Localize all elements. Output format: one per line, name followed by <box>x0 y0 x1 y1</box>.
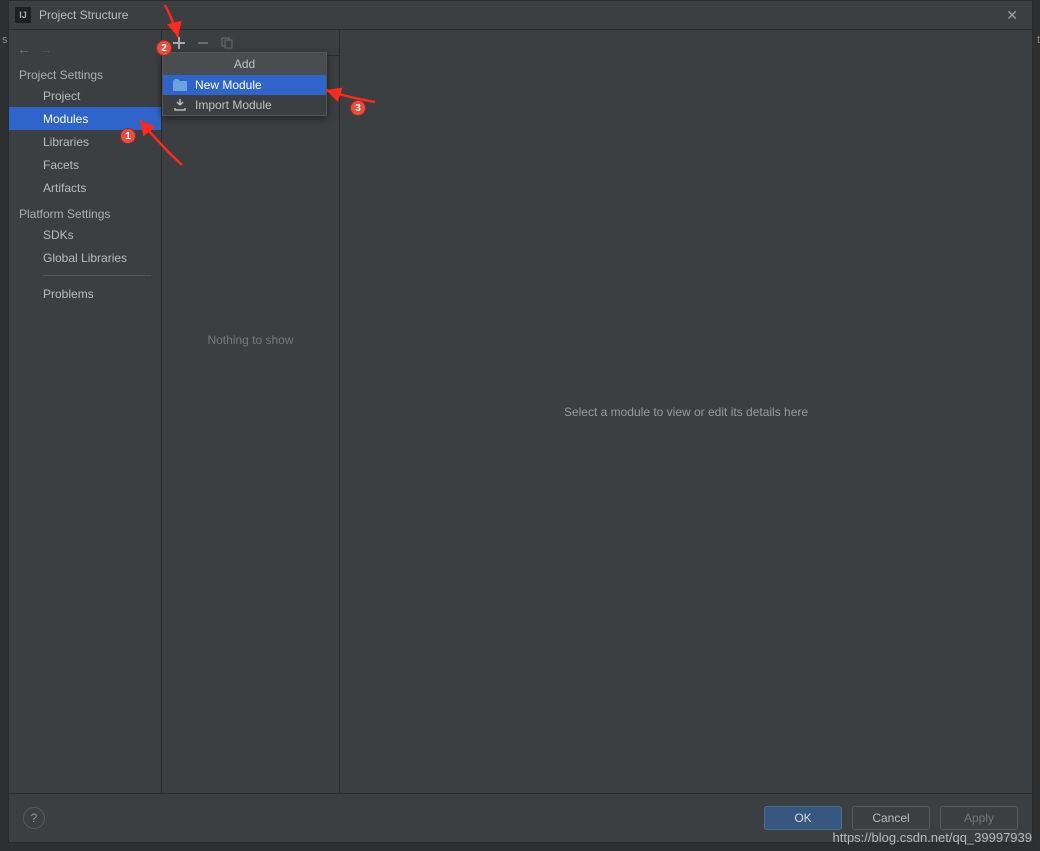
module-icon <box>173 78 187 92</box>
close-icon[interactable]: ✕ <box>998 3 1026 28</box>
popup-item-import-module[interactable]: Import Module <box>163 95 326 115</box>
edge-left-char: s <box>2 34 8 46</box>
project-structure-dialog: IJ Project Structure ✕ ← → Project Setti… <box>8 0 1033 843</box>
module-list-empty: Nothing to show <box>162 56 339 793</box>
popup-item-new-module[interactable]: New Module <box>163 75 326 95</box>
sidebar-item-facets[interactable]: Facets <box>9 153 161 176</box>
popup-item-label: New Module <box>195 78 262 92</box>
nothing-to-show-text: Nothing to show <box>207 333 293 347</box>
titlebar: IJ Project Structure ✕ <box>9 1 1032 29</box>
sidebar-item-project[interactable]: Project <box>9 84 161 107</box>
back-icon[interactable]: ← <box>17 41 31 57</box>
popup-title: Add <box>163 53 326 75</box>
remove-button[interactable] <box>192 32 214 54</box>
sidebar: ← → Project Settings Project Modules Lib… <box>9 30 162 793</box>
annotation-badge-3: 3 <box>350 100 366 116</box>
annotation-badge-2: 2 <box>156 40 172 56</box>
sidebar-item-libraries[interactable]: Libraries <box>9 130 161 153</box>
detail-panel: Select a module to view or edit its deta… <box>340 30 1032 793</box>
copy-icon <box>221 37 233 49</box>
add-popup: Add New Module Import Module <box>162 52 327 116</box>
titlebar-title: Project Structure <box>39 8 128 22</box>
sidebar-item-problems[interactable]: Problems <box>9 282 161 305</box>
module-list-panel: Nothing to show <box>162 30 340 793</box>
popup-item-label: Import Module <box>195 98 272 112</box>
sidebar-divider <box>43 275 151 276</box>
sidebar-item-artifacts[interactable]: Artifacts <box>9 176 161 199</box>
ok-button[interactable]: OK <box>764 806 842 830</box>
forward-icon[interactable]: → <box>39 41 53 57</box>
plus-icon <box>173 37 185 49</box>
cancel-button[interactable]: Cancel <box>852 806 930 830</box>
watermark: https://blog.csdn.net/qq_39997939 <box>833 830 1033 845</box>
sidebar-item-sdks[interactable]: SDKs <box>9 223 161 246</box>
minus-icon <box>197 37 209 49</box>
annotation-badge-1: 1 <box>120 128 136 144</box>
group-project-settings: Project Settings <box>9 60 161 84</box>
group-platform-settings: Platform Settings <box>9 199 161 223</box>
apply-button[interactable]: Apply <box>940 806 1018 830</box>
import-icon <box>173 98 187 112</box>
sidebar-item-global-libraries[interactable]: Global Libraries <box>9 246 161 269</box>
sidebar-item-modules[interactable]: Modules <box>9 107 161 130</box>
help-button[interactable]: ? <box>23 807 45 829</box>
nav-history: ← → <box>9 38 161 60</box>
copy-button[interactable] <box>216 32 238 54</box>
detail-placeholder: Select a module to view or edit its deta… <box>564 405 808 419</box>
intellij-icon: IJ <box>15 7 31 23</box>
